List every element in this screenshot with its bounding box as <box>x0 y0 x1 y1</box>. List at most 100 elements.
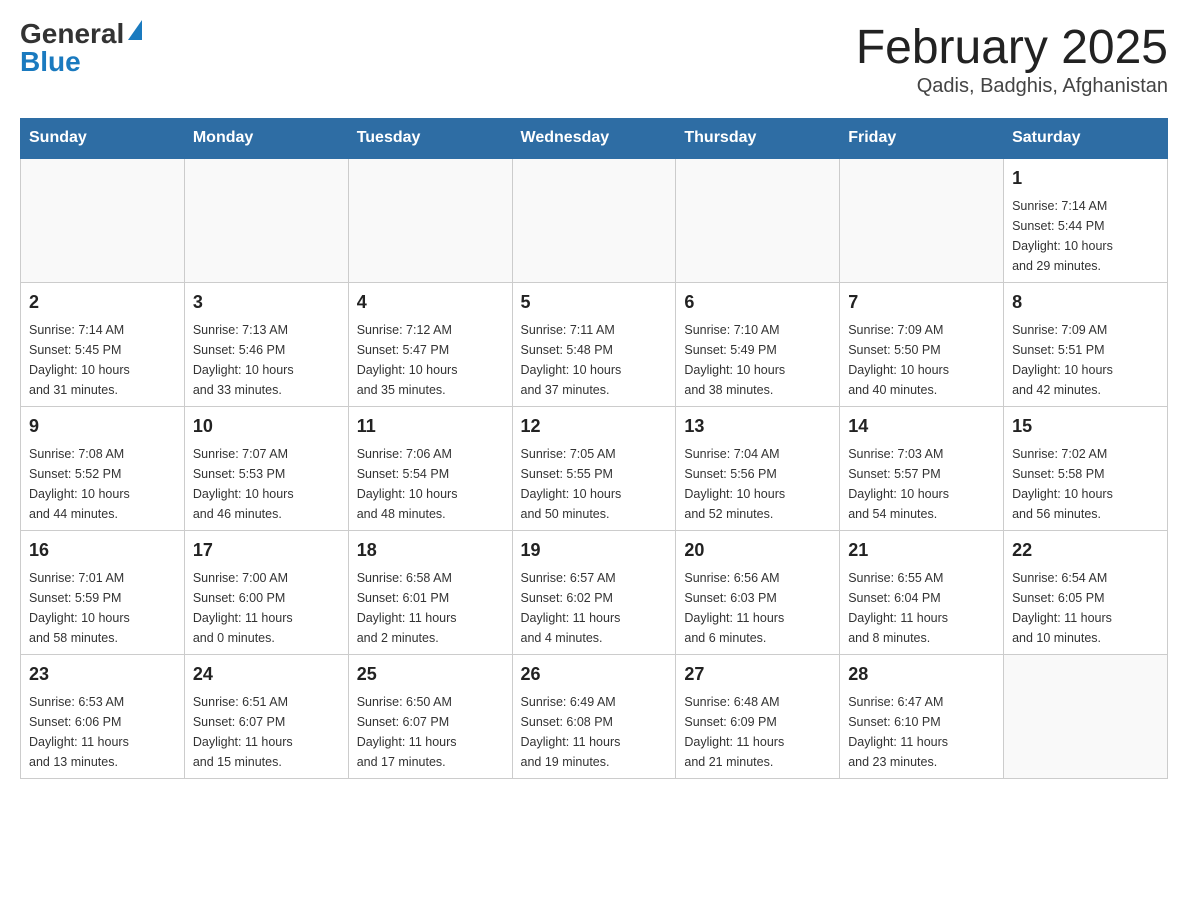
day-number: 13 <box>684 413 831 440</box>
day-info: Sunrise: 7:07 AMSunset: 5:53 PMDaylight:… <box>193 444 340 524</box>
day-number: 17 <box>193 537 340 564</box>
day-number: 12 <box>521 413 668 440</box>
calendar-day-cell: 3 Sunrise: 7:13 AMSunset: 5:46 PMDaylight… <box>184 283 348 407</box>
day-number: 21 <box>848 537 995 564</box>
day-number: 4 <box>357 289 504 316</box>
day-info: Sunrise: 6:57 AMSunset: 6:02 PMDaylight:… <box>521 568 668 648</box>
logo-blue-text: Blue <box>20 48 81 76</box>
calendar-day-cell: 25 Sunrise: 6:50 AMSunset: 6:07 PMDayligh… <box>348 655 512 779</box>
calendar-day-cell: 6Sunrise: 7:10 AMSunset: 5:49 PMDaylight… <box>676 283 840 407</box>
day-number: 20 <box>684 537 831 564</box>
day-number: 24 <box>193 661 340 688</box>
day-number: 6 <box>684 289 831 316</box>
header-tuesday: Tuesday <box>348 119 512 159</box>
header-wednesday: Wednesday <box>512 119 676 159</box>
day-number: 5 <box>521 289 668 316</box>
calendar-header: Sunday Monday Tuesday Wednesday Thursday… <box>21 119 1168 159</box>
day-number: 19 <box>521 537 668 564</box>
calendar-day-cell: 4 Sunrise: 7:12 AMSunset: 5:47 PMDaylight… <box>348 283 512 407</box>
day-number: 1 <box>1012 165 1159 192</box>
header-monday: Monday <box>184 119 348 159</box>
calendar-day-cell: 5 Sunrise: 7:11 AMSunset: 5:48 PMDaylight… <box>512 283 676 407</box>
location-text: Qadis, Badghis, Afghanistan <box>856 75 1168 98</box>
calendar-day-cell: 27Sunrise: 6:48 AMSunset: 6:09 PMDayligh… <box>676 655 840 779</box>
day-info: Sunrise: 6:47 AMSunset: 6:10 PMDaylight:… <box>848 692 995 772</box>
day-number: 26 <box>521 661 668 688</box>
day-number: 3 <box>193 289 340 316</box>
calendar-week-row: 2 Sunrise: 7:14 AMSunset: 5:45 PMDaylight… <box>21 283 1168 407</box>
day-number: 2 <box>29 289 176 316</box>
logo-general-text: General <box>20 20 124 48</box>
day-number: 14 <box>848 413 995 440</box>
day-info: Sunrise: 7:12 AMSunset: 5:47 PMDaylight:… <box>357 320 504 400</box>
calendar-day-cell: 15 Sunrise: 7:02 AMSunset: 5:58 PMDayligh… <box>1004 407 1168 531</box>
calendar-day-cell: 18Sunrise: 6:58 AMSunset: 6:01 PMDayligh… <box>348 531 512 655</box>
day-number: 15 <box>1012 413 1159 440</box>
page-header: General Blue February 2025 Qadis, Badghi… <box>20 20 1168 98</box>
month-title: February 2025 <box>856 20 1168 75</box>
calendar-week-row: 9Sunrise: 7:08 AMSunset: 5:52 PMDaylight… <box>21 407 1168 531</box>
calendar-day-cell: 7 Sunrise: 7:09 AMSunset: 5:50 PMDaylight… <box>840 283 1004 407</box>
calendar-day-cell: 13 Sunrise: 7:04 AMSunset: 5:56 PMDayligh… <box>676 407 840 531</box>
day-info: Sunrise: 7:13 AMSunset: 5:46 PMDaylight:… <box>193 320 340 400</box>
header-sunday: Sunday <box>21 119 185 159</box>
day-number: 22 <box>1012 537 1159 564</box>
day-number: 16 <box>29 537 176 564</box>
calendar-week-row: 1Sunrise: 7:14 AMSunset: 5:44 PMDaylight… <box>21 158 1168 283</box>
calendar-day-cell: 9Sunrise: 7:08 AMSunset: 5:52 PMDaylight… <box>21 407 185 531</box>
day-info: Sunrise: 7:02 AMSunset: 5:58 PMDaylight:… <box>1012 444 1159 524</box>
day-number: 25 <box>357 661 504 688</box>
calendar-day-cell <box>348 158 512 283</box>
days-of-week-row: Sunday Monday Tuesday Wednesday Thursday… <box>21 119 1168 159</box>
day-info: Sunrise: 7:00 AMSunset: 6:00 PMDaylight:… <box>193 568 340 648</box>
day-number: 10 <box>193 413 340 440</box>
day-info: Sunrise: 7:09 AMSunset: 5:50 PMDaylight:… <box>848 320 995 400</box>
logo: General Blue <box>20 20 142 76</box>
day-number: 28 <box>848 661 995 688</box>
day-info: Sunrise: 7:11 AMSunset: 5:48 PMDaylight:… <box>521 320 668 400</box>
day-number: 11 <box>357 413 504 440</box>
day-number: 7 <box>848 289 995 316</box>
calendar-day-cell: 1Sunrise: 7:14 AMSunset: 5:44 PMDaylight… <box>1004 158 1168 283</box>
day-info: Sunrise: 7:01 AMSunset: 5:59 PMDaylight:… <box>29 568 176 648</box>
day-info: Sunrise: 6:55 AMSunset: 6:04 PMDaylight:… <box>848 568 995 648</box>
day-number: 8 <box>1012 289 1159 316</box>
calendar-day-cell <box>676 158 840 283</box>
calendar-day-cell: 2 Sunrise: 7:14 AMSunset: 5:45 PMDaylight… <box>21 283 185 407</box>
day-info: Sunrise: 7:04 AMSunset: 5:56 PMDaylight:… <box>684 444 831 524</box>
day-info: Sunrise: 7:08 AMSunset: 5:52 PMDaylight:… <box>29 444 176 524</box>
calendar-day-cell: 26 Sunrise: 6:49 AMSunset: 6:08 PMDayligh… <box>512 655 676 779</box>
day-info: Sunrise: 6:51 AMSunset: 6:07 PMDaylight:… <box>193 692 340 772</box>
header-saturday: Saturday <box>1004 119 1168 159</box>
calendar-day-cell: 22 Sunrise: 6:54 AMSunset: 6:05 PMDayligh… <box>1004 531 1168 655</box>
calendar-day-cell: 23 Sunrise: 6:53 AMSunset: 6:06 PMDayligh… <box>21 655 185 779</box>
calendar-day-cell: 17 Sunrise: 7:00 AMSunset: 6:00 PMDayligh… <box>184 531 348 655</box>
title-section: February 2025 Qadis, Badghis, Afghanista… <box>856 20 1168 98</box>
calendar-week-row: 16 Sunrise: 7:01 AMSunset: 5:59 PMDayligh… <box>21 531 1168 655</box>
day-info: Sunrise: 6:50 AMSunset: 6:07 PMDaylight:… <box>357 692 504 772</box>
calendar-day-cell: 19 Sunrise: 6:57 AMSunset: 6:02 PMDayligh… <box>512 531 676 655</box>
day-info: Sunrise: 6:56 AMSunset: 6:03 PMDaylight:… <box>684 568 831 648</box>
day-info: Sunrise: 6:48 AMSunset: 6:09 PMDaylight:… <box>684 692 831 772</box>
header-friday: Friday <box>840 119 1004 159</box>
calendar-day-cell: 21 Sunrise: 6:55 AMSunset: 6:04 PMDayligh… <box>840 531 1004 655</box>
calendar-day-cell: 28 Sunrise: 6:47 AMSunset: 6:10 PMDayligh… <box>840 655 1004 779</box>
day-info: Sunrise: 7:05 AMSunset: 5:55 PMDaylight:… <box>521 444 668 524</box>
day-info: Sunrise: 6:49 AMSunset: 6:08 PMDaylight:… <box>521 692 668 772</box>
day-info: Sunrise: 7:09 AMSunset: 5:51 PMDaylight:… <box>1012 320 1159 400</box>
calendar-day-cell: 12 Sunrise: 7:05 AMSunset: 5:55 PMDayligh… <box>512 407 676 531</box>
logo-triangle-icon <box>128 20 142 40</box>
header-thursday: Thursday <box>676 119 840 159</box>
day-info: Sunrise: 6:53 AMSunset: 6:06 PMDaylight:… <box>29 692 176 772</box>
calendar-week-row: 23 Sunrise: 6:53 AMSunset: 6:06 PMDayligh… <box>21 655 1168 779</box>
day-number: 23 <box>29 661 176 688</box>
calendar-day-cell: 20 Sunrise: 6:56 AMSunset: 6:03 PMDayligh… <box>676 531 840 655</box>
day-info: Sunrise: 7:14 AMSunset: 5:45 PMDaylight:… <box>29 320 176 400</box>
calendar-day-cell: 14Sunrise: 7:03 AMSunset: 5:57 PMDayligh… <box>840 407 1004 531</box>
calendar-day-cell: 10 Sunrise: 7:07 AMSunset: 5:53 PMDayligh… <box>184 407 348 531</box>
day-info: Sunrise: 6:58 AMSunset: 6:01 PMDaylight:… <box>357 568 504 648</box>
day-info: Sunrise: 6:54 AMSunset: 6:05 PMDaylight:… <box>1012 568 1159 648</box>
calendar-day-cell <box>840 158 1004 283</box>
calendar-day-cell <box>1004 655 1168 779</box>
calendar-day-cell: 11Sunrise: 7:06 AMSunset: 5:54 PMDayligh… <box>348 407 512 531</box>
